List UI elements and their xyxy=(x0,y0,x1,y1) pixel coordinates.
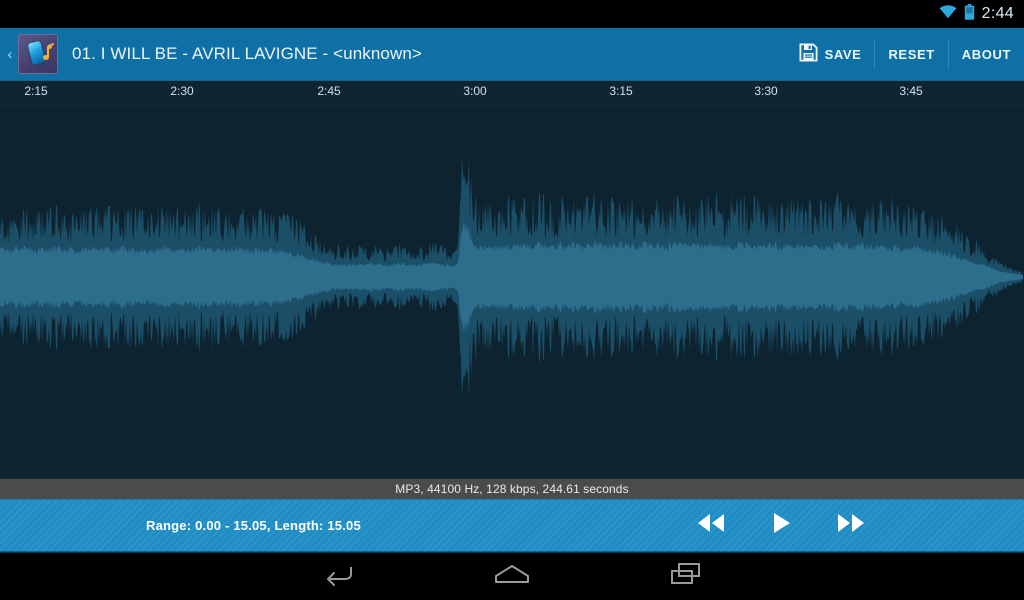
rewind-button[interactable] xyxy=(690,509,732,543)
ruler-tick-label: 3:15 xyxy=(609,84,633,98)
home-icon xyxy=(493,562,531,591)
ruler-tick-label: 2:30 xyxy=(170,84,194,98)
page-title: 01. I WILL BE - AVRIL LAVIGNE - <unknown… xyxy=(72,44,422,63)
ruler-tick-label: 3:30 xyxy=(754,84,778,98)
play-icon xyxy=(769,511,793,540)
audio-info-text: MP3, 44100 Hz, 128 kbps, 244.61 seconds xyxy=(395,482,629,496)
about-button[interactable]: ABOUT xyxy=(949,28,1024,80)
ruler-tick-label: 3:45 xyxy=(899,84,923,98)
ruler-tick-label: 3:00 xyxy=(463,84,487,98)
action-bar: ‹ 01. I WILL BE - AVRIL LAVIGNE - <unkno… xyxy=(0,28,1024,80)
reset-button[interactable]: RESET xyxy=(875,28,947,80)
action-bar-actions: SAVE RESET ABOUT xyxy=(786,28,1024,80)
status-clock: 2:44 xyxy=(981,5,1014,22)
status-bar: 2:44 xyxy=(0,0,1024,28)
waveform-display[interactable] xyxy=(0,108,1024,478)
playback-control-bar: Range: 0.00 - 15.05, Length: 15.05 xyxy=(0,499,1024,552)
selection-range-label: Range: 0.00 - 15.05, Length: 15.05 xyxy=(146,518,361,533)
reset-button-label: RESET xyxy=(888,46,935,62)
note-head-2-glyph xyxy=(47,45,52,49)
about-button-label: ABOUT xyxy=(961,46,1011,62)
save-button-label: SAVE xyxy=(824,46,862,62)
up-navigation-caret[interactable]: ‹ xyxy=(0,28,16,80)
android-navigation-bar xyxy=(0,552,1024,600)
ruler-tick-label: 2:45 xyxy=(317,84,341,98)
audio-info-bar: MP3, 44100 Hz, 128 kbps, 244.61 seconds xyxy=(0,478,1024,499)
ruler-tick-label: 2:15 xyxy=(24,84,48,98)
floppy-disk-icon xyxy=(799,43,818,65)
waveform-canvas xyxy=(0,108,1024,478)
nav-recents-button[interactable] xyxy=(656,553,716,600)
timeline-ruler[interactable]: 2:15 2:30 2:45 3:00 3:15 3:30 3:45 xyxy=(0,80,1024,108)
battery-icon xyxy=(964,3,975,25)
back-arrow-icon xyxy=(321,561,355,592)
note-head-1-glyph xyxy=(43,55,49,60)
save-button[interactable]: SAVE xyxy=(786,28,875,80)
rewind-icon xyxy=(695,512,727,539)
wifi-icon xyxy=(939,4,957,24)
transport-controls xyxy=(690,509,872,543)
fast-forward-button[interactable] xyxy=(830,509,872,543)
nav-home-button[interactable] xyxy=(482,553,542,600)
fast-forward-icon xyxy=(835,512,867,539)
nav-back-button[interactable] xyxy=(308,553,368,600)
phone-glyph xyxy=(27,40,46,66)
app-root: 2:44 ‹ 01. I WILL BE - AVRIL LAVIGNE - <… xyxy=(0,0,1024,600)
recents-icon xyxy=(669,561,703,592)
ringtone-maker-icon xyxy=(18,34,58,74)
play-button[interactable] xyxy=(760,509,802,543)
